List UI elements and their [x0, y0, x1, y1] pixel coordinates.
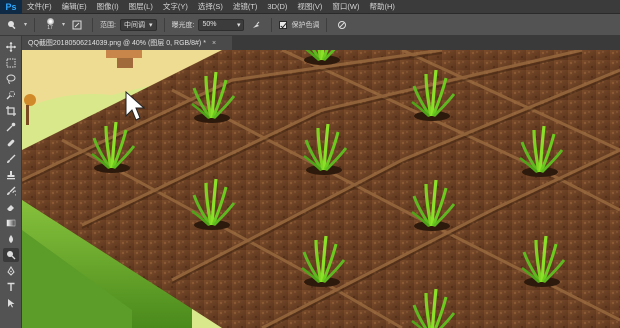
pen-icon[interactable]: [3, 264, 19, 278]
options-bar: ▾ 17 ▾ 范围: 中间调 ▾ 曝光度: 50% ▾ 保护色调: [0, 14, 620, 36]
protect-tones-label: 保护色调: [291, 21, 320, 29]
chevron-down-icon[interactable]: ▾: [24, 21, 27, 28]
quick-select-icon[interactable]: [3, 88, 19, 102]
menu-filter[interactable]: 滤镜(T): [228, 0, 263, 14]
clone-stamp-icon[interactable]: [3, 168, 19, 182]
chevron-down-icon[interactable]: ▾: [62, 21, 65, 28]
gradient-icon[interactable]: [3, 216, 19, 230]
range-select[interactable]: 中间调 ▾: [119, 18, 157, 31]
brush-preset-picker[interactable]: 17: [42, 16, 58, 34]
airbrush-icon[interactable]: [248, 17, 264, 33]
divider: [34, 17, 36, 32]
dodge-icon[interactable]: [3, 248, 19, 262]
blur-icon[interactable]: [3, 232, 19, 246]
exposure-label: 曝光度:: [171, 21, 195, 29]
tool-preset-dodge-icon[interactable]: [4, 17, 20, 33]
menu-image[interactable]: 图像(I): [92, 0, 124, 14]
divider: [326, 17, 328, 32]
document-tab-title: QQ截图20180506214039.png @ 40% (图层 0, RGB/…: [28, 40, 206, 47]
history-brush-icon[interactable]: [3, 184, 19, 198]
document-tab[interactable]: QQ截图20180506214039.png @ 40% (图层 0, RGB/…: [22, 36, 232, 50]
menu-help[interactable]: 帮助(H): [365, 0, 400, 14]
range-label: 范围:: [100, 21, 116, 29]
move-icon[interactable]: [3, 40, 19, 54]
menu-bar: Ps 文件(F) 编辑(E) 图像(I) 图层(L) 文字(Y) 选择(S) 滤…: [0, 0, 620, 14]
close-icon[interactable]: ×: [212, 40, 216, 47]
menu-select[interactable]: 选择(S): [193, 0, 228, 14]
menu-edit[interactable]: 编辑(E): [57, 0, 92, 14]
exposure-value: 50%: [202, 21, 217, 28]
pressure-size-icon[interactable]: [334, 17, 350, 33]
menu-window[interactable]: 窗口(W): [327, 0, 364, 14]
chevron-down-icon: ▾: [148, 21, 153, 29]
chevron-down-icon: ▾: [236, 21, 241, 29]
brush-size-value: 17: [47, 25, 53, 31]
crop-icon[interactable]: [3, 104, 19, 118]
type-icon[interactable]: [3, 280, 19, 294]
divider: [271, 17, 273, 32]
menu-file[interactable]: 文件(F): [22, 0, 57, 14]
menu-view[interactable]: 视图(V): [292, 0, 327, 14]
eyedropper-icon[interactable]: [3, 120, 19, 134]
document-tab-bar: QQ截图20180506214039.png @ 40% (图层 0, RGB/…: [22, 36, 620, 50]
path-select-icon[interactable]: [3, 296, 19, 310]
exposure-input[interactable]: 50% ▾: [198, 18, 245, 31]
divider: [163, 17, 165, 32]
menu-layer[interactable]: 图层(L): [124, 0, 158, 14]
canvas[interactable]: [22, 50, 620, 328]
marquee-icon[interactable]: [3, 56, 19, 70]
menu-3d[interactable]: 3D(D): [262, 0, 292, 14]
menu-type[interactable]: 文字(Y): [158, 0, 193, 14]
eraser-icon[interactable]: [3, 200, 19, 214]
toolbox: [0, 36, 22, 328]
lasso-icon[interactable]: [3, 72, 19, 86]
brush-tip-icon: [46, 18, 54, 25]
protect-tones-checkbox[interactable]: [279, 20, 288, 29]
divider: [92, 17, 94, 32]
pumpkin-icon: [24, 94, 36, 106]
brush-icon[interactable]: [3, 152, 19, 166]
healing-icon[interactable]: [3, 136, 19, 150]
photoshop-logo[interactable]: Ps: [0, 0, 22, 14]
farm-game-image: [22, 50, 620, 328]
range-value: 中间调: [123, 21, 145, 29]
brush-panel-icon[interactable]: [69, 17, 85, 33]
